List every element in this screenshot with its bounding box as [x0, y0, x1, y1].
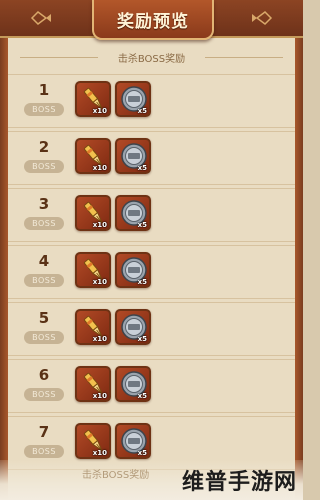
divider — [205, 56, 284, 58]
reward-quantity: x5 — [137, 392, 147, 400]
boss-badge: BOSS — [24, 331, 64, 344]
reward-item[interactable]: x5 — [115, 81, 151, 117]
reward-item[interactable]: x5 — [115, 366, 151, 402]
reward-item[interactable]: x10 — [75, 81, 111, 117]
boss-badge: BOSS — [24, 388, 64, 401]
rank-number: 3 — [38, 195, 50, 213]
divider — [20, 56, 98, 58]
reward-quantity: x5 — [137, 107, 147, 115]
boss-badge: BOSS — [24, 103, 64, 116]
reward-item[interactable]: x10 — [75, 423, 111, 459]
reward-row: 1 BOSS x10 x5 — [8, 74, 295, 128]
rank-number: 4 — [38, 252, 50, 270]
boss-badge: BOSS — [24, 160, 64, 173]
watermark-text: 维普手游网 — [181, 470, 297, 495]
reward-item[interactable]: x10 — [75, 309, 111, 345]
reward-item[interactable]: x5 — [115, 423, 151, 459]
rank-number: 2 — [38, 138, 50, 156]
rank-box: 5 BOSS — [22, 307, 66, 353]
reward-row: 3 BOSS x10 x5 — [8, 188, 295, 242]
rank-number: 6 — [38, 366, 50, 384]
reward-item[interactable]: x10 — [75, 366, 111, 402]
boss-badge: BOSS — [24, 445, 64, 458]
reward-quantity: x10 — [92, 221, 107, 229]
reward-item[interactable]: x10 — [75, 252, 111, 288]
reward-item[interactable]: x5 — [115, 309, 151, 345]
fish-ornament-icon — [30, 11, 51, 25]
reward-quantity: x5 — [137, 164, 147, 172]
reward-quantity: x5 — [137, 278, 147, 286]
reward-quantity: x5 — [137, 335, 147, 343]
reward-item[interactable]: x5 — [115, 138, 151, 174]
reward-item[interactable]: x5 — [115, 195, 151, 231]
reward-quantity: x10 — [92, 278, 107, 286]
footer-overlay: 击杀BOSS奖励 维普手游网 — [0, 460, 303, 500]
reward-row: 4 BOSS x10 x5 — [8, 245, 295, 299]
section-subtitle: 击杀BOSS奖励 — [117, 53, 186, 65]
section-header: 击杀BOSS奖励 — [8, 46, 295, 68]
panel-border-right — [295, 0, 303, 500]
reward-row: 5 BOSS x10 x5 — [8, 302, 295, 356]
reward-preview-panel: 奖励预览 击杀BOSS奖励 1 BOSS x10 x5 2 BOSS x10 x5 3 BOSS x… — [0, 0, 303, 500]
reward-quantity: x5 — [137, 449, 147, 457]
rank-number: 5 — [38, 309, 50, 327]
rank-box: 3 BOSS — [22, 193, 66, 239]
reward-quantity: x10 — [92, 449, 107, 457]
rank-box: 4 BOSS — [22, 250, 66, 296]
reward-item[interactable]: x5 — [115, 252, 151, 288]
title-plate: 奖励预览 — [92, 0, 214, 40]
boss-badge: BOSS — [24, 217, 64, 230]
reward-quantity: x10 — [92, 107, 107, 115]
rank-number: 7 — [38, 423, 50, 441]
header-bar: 奖励预览 — [0, 0, 303, 40]
reward-quantity: x10 — [92, 335, 107, 343]
rank-box: 6 BOSS — [22, 364, 66, 410]
rank-number: 1 — [38, 81, 50, 99]
reward-item[interactable]: x10 — [75, 195, 111, 231]
reward-quantity: x10 — [92, 164, 107, 172]
page-title: 奖励预览 — [117, 11, 189, 32]
rank-box: 2 BOSS — [22, 136, 66, 182]
rank-box: 1 BOSS — [22, 79, 66, 125]
panel-border-left — [0, 0, 8, 500]
reward-row: 6 BOSS x10 x5 — [8, 359, 295, 413]
fish-ornament-icon — [252, 11, 273, 25]
reward-quantity: x10 — [92, 392, 107, 400]
footer-subtitle: 击杀BOSS奖励 — [82, 470, 150, 481]
reward-quantity: x5 — [137, 221, 147, 229]
boss-badge: BOSS — [24, 274, 64, 287]
reward-item[interactable]: x10 — [75, 138, 111, 174]
reward-row: 2 BOSS x10 x5 — [8, 131, 295, 185]
